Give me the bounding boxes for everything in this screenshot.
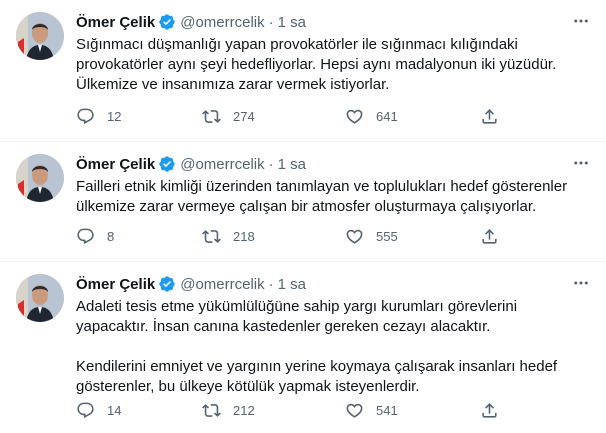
separator-dot: · [268, 275, 274, 293]
retweet-count: 212 [233, 402, 255, 418]
like-button[interactable]: 641 [345, 107, 398, 126]
separator-dot: · [268, 155, 274, 173]
share-icon [480, 107, 499, 126]
share-button[interactable] [480, 227, 499, 246]
share-icon [480, 401, 499, 420]
reply-button[interactable]: 8 [76, 227, 114, 246]
tweet-actions: 12 274 641 [76, 106, 516, 126]
verified-badge-icon [158, 155, 176, 173]
author-handle[interactable]: @omerrcelik [180, 276, 264, 293]
retweet-button[interactable]: 212 [202, 401, 255, 420]
share-button[interactable] [480, 401, 499, 420]
author-name[interactable]: Ömer Çelik [76, 276, 155, 293]
separator-dot: · [268, 13, 274, 31]
author-handle[interactable]: @omerrcelik [180, 156, 264, 173]
verified-badge-icon [158, 13, 176, 31]
tweet[interactable]: Ömer Çelik @omerrcelik · 1 sa Sığınmacı … [0, 0, 606, 142]
retweet-button[interactable]: 274 [202, 107, 255, 126]
avatar[interactable] [16, 154, 64, 202]
author-name[interactable]: Ömer Çelik [76, 156, 155, 173]
tweet-feed: Ömer Çelik @omerrcelik · 1 sa Sığınmacı … [0, 0, 606, 433]
author-name[interactable]: Ömer Çelik [76, 14, 155, 31]
more-options-icon[interactable] [566, 148, 596, 178]
reply-count: 14 [107, 402, 122, 418]
reply-count: 12 [107, 108, 122, 124]
author-handle[interactable]: @omerrcelik [180, 14, 264, 31]
tweet-timestamp[interactable]: 1 sa [278, 156, 306, 173]
like-count: 555 [376, 228, 398, 244]
tweet-actions: 8 218 555 [76, 226, 516, 246]
retweet-count: 218 [233, 228, 255, 244]
heart-icon [345, 107, 364, 126]
reply-button[interactable]: 14 [76, 401, 121, 420]
retweet-button[interactable]: 218 [202, 227, 255, 246]
avatar[interactable] [16, 12, 64, 60]
reply-button[interactable]: 12 [76, 107, 121, 126]
heart-icon [345, 227, 364, 246]
tweet[interactable]: Ömer Çelik @omerrcelik · 1 sa Failleri e… [0, 142, 606, 262]
retweet-icon [202, 107, 221, 126]
tweet-actions: 14 212 541 [76, 400, 516, 420]
like-button[interactable]: 555 [345, 227, 398, 246]
avatar[interactable] [16, 274, 64, 322]
share-icon [480, 227, 499, 246]
tweet-timestamp[interactable]: 1 sa [278, 276, 306, 293]
reply-count: 8 [107, 228, 115, 244]
tweet-text: Failleri etnik kimliği üzerinden tanımla… [76, 178, 568, 215]
like-count: 641 [376, 108, 398, 124]
reply-icon [76, 107, 95, 126]
reply-icon [76, 401, 95, 420]
retweet-count: 274 [233, 108, 255, 124]
tweet[interactable]: Ömer Çelik @omerrcelik · 1 sa Adaleti te… [0, 262, 606, 433]
tweet-header: Ömer Çelik @omerrcelik · 1 sa [76, 274, 590, 294]
like-button[interactable]: 541 [345, 401, 398, 420]
more-options-icon[interactable] [566, 268, 596, 298]
retweet-icon [202, 227, 221, 246]
heart-icon [345, 401, 364, 420]
tweet-text: Sığınmacı düşmanlığı yapan provokatörler… [76, 36, 557, 93]
more-options-icon[interactable] [566, 6, 596, 36]
tweet-header: Ömer Çelik @omerrcelik · 1 sa [76, 154, 590, 174]
like-count: 541 [376, 402, 398, 418]
share-button[interactable] [480, 107, 499, 126]
verified-badge-icon [158, 275, 176, 293]
retweet-icon [202, 401, 221, 420]
tweet-header: Ömer Çelik @omerrcelik · 1 sa [76, 12, 590, 32]
reply-icon [76, 227, 95, 246]
tweet-text: Adaleti tesis etme yükümlülüğüne sahip y… [76, 298, 558, 395]
tweet-timestamp[interactable]: 1 sa [278, 14, 306, 31]
